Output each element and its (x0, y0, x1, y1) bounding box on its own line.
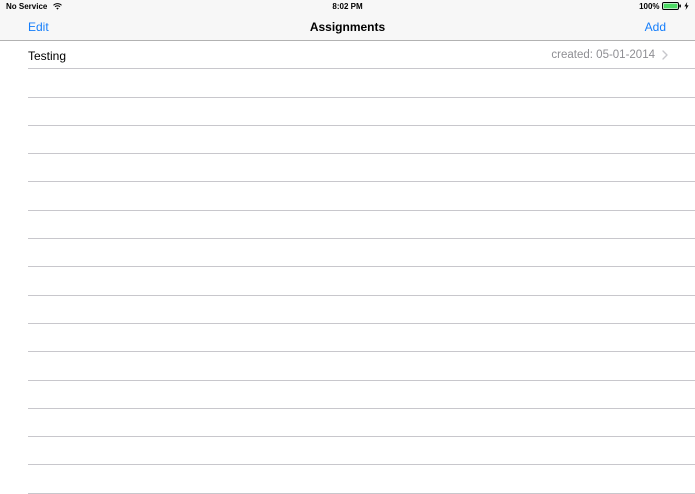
empty-table-row (0, 98, 695, 127)
assignments-table: Testing created: 05-01-2014 (0, 41, 695, 494)
empty-table-row (0, 126, 695, 155)
battery-status: 100% (639, 2, 689, 11)
page-title: Assignments (309, 20, 386, 34)
charging-bolt-icon (684, 2, 689, 10)
table-row[interactable]: Testing created: 05-01-2014 (0, 41, 695, 70)
empty-table-row (0, 352, 695, 381)
empty-table-row (0, 437, 695, 466)
empty-table-row (0, 267, 695, 296)
empty-table-row (0, 154, 695, 183)
add-button[interactable]: Add (645, 20, 666, 34)
battery-icon (661, 2, 681, 10)
battery-percent: 100% (639, 2, 660, 11)
navigation-bar: Edit Assignments Add (0, 13, 695, 41)
empty-table-row (0, 182, 695, 212)
empty-table-row (0, 296, 695, 325)
assignment-title: Testing (28, 49, 67, 63)
ipad-screen: No Service 8:02 PM 100% Edit Assignments… (0, 0, 695, 494)
status-bar: No Service 8:02 PM 100% (0, 0, 695, 13)
empty-table-row (0, 69, 695, 98)
assignment-created-date: created: 05-01-2014 (551, 49, 655, 61)
empty-table-row (0, 239, 695, 268)
empty-table-row (0, 324, 695, 353)
chevron-right-icon (662, 50, 668, 60)
empty-rows (0, 69, 695, 494)
empty-table-row (0, 381, 695, 410)
empty-table-row (0, 465, 695, 494)
empty-table-row (0, 409, 695, 438)
status-time: 8:02 PM (332, 2, 363, 11)
empty-table-row (0, 211, 695, 240)
